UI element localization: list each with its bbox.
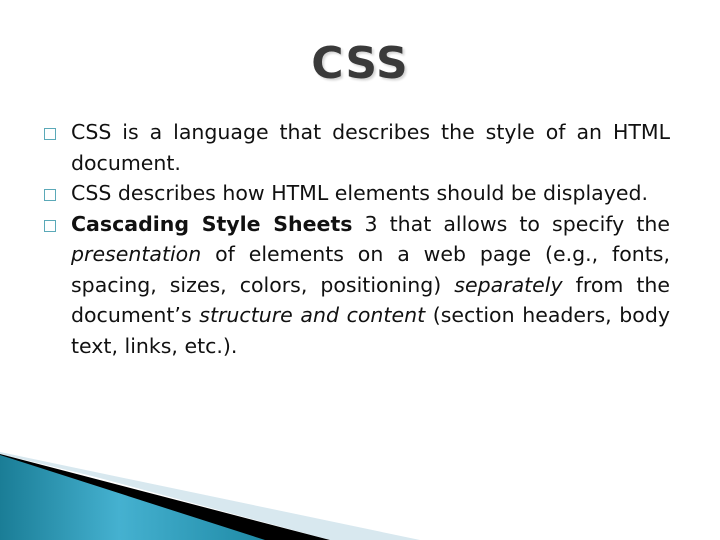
bullet-item: CSS is a language that describes the sty… <box>44 117 670 178</box>
swoosh-teal-band <box>0 455 265 540</box>
bullet-text: CSS is a language that describes the sty… <box>71 120 670 175</box>
bullet-list: CSS is a language that describes the sty… <box>44 117 670 361</box>
italic-term: separately <box>454 272 563 297</box>
bullet-text: 3 that allows to specify the <box>352 211 670 236</box>
bullet-item: CSS describes how HTML elements should b… <box>44 178 670 209</box>
square-bullet-icon <box>44 219 56 232</box>
italic-term: presentation <box>71 242 202 266</box>
square-bullet-icon <box>44 128 56 140</box>
bold-term: Cascading Style Sheets <box>71 211 353 236</box>
square-bullet-icon <box>44 189 56 201</box>
bullet-item: Cascading Style Sheets 3 that allows to … <box>44 209 670 362</box>
decorative-swoosh <box>0 452 420 540</box>
italic-term: structure and content <box>199 303 426 327</box>
bullet-text: CSS describes how HTML elements should b… <box>71 181 648 205</box>
slide-title: CSS <box>311 38 409 89</box>
